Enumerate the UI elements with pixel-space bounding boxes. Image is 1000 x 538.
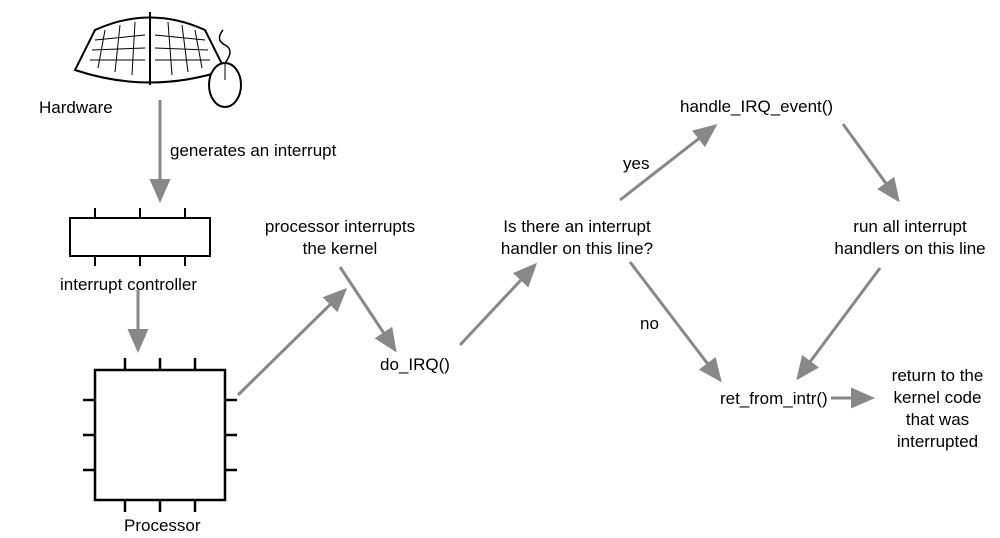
no-label: no <box>640 313 659 335</box>
interrupt-controller-label: interrupt controller <box>60 274 197 296</box>
handle-irq-event-label: handle_IRQ_event() <box>680 96 833 118</box>
processor-icon <box>83 358 237 512</box>
keyboard-icon <box>75 12 241 107</box>
return-to-kernel-label: return to the kernel code that was inter… <box>880 365 995 453</box>
arrow-handleirq-to-run <box>843 124 898 200</box>
arrow-kernel-to-doirq <box>340 267 395 350</box>
hardware-label: Hardware <box>39 97 113 119</box>
question-label: Is there an interrupt handler on this li… <box>487 216 667 260</box>
ret-from-intr-label: ret_from_intr() <box>720 388 828 410</box>
do-irq-label: do_IRQ() <box>380 354 450 376</box>
interrupt-controller-icon <box>70 208 210 266</box>
generates-interrupt-label: generates an interrupt <box>170 140 336 162</box>
arrow-processor-to-kernel <box>238 290 345 395</box>
run-handlers-label: run all interrupt handlers on this line <box>830 216 990 260</box>
diagram-svg <box>0 0 1000 538</box>
yes-label: yes <box>623 153 649 175</box>
processor-label: Processor <box>124 515 201 537</box>
arrow-doirq-to-question <box>460 265 535 345</box>
arrow-run-to-ret <box>798 268 880 378</box>
processor-interrupts-kernel-label: processor interrupts the kernel <box>250 216 430 260</box>
